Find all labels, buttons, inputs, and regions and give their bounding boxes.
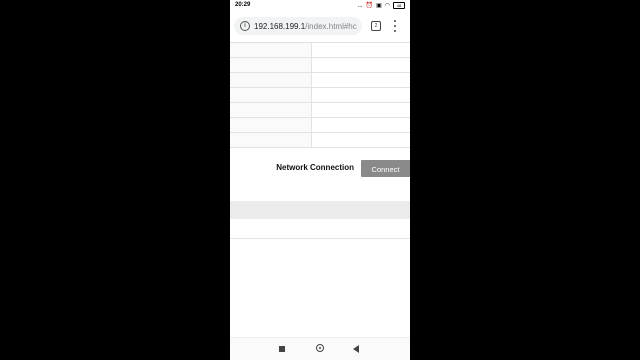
table-cell-value (311, 132, 410, 148)
table-cell-value (311, 87, 410, 103)
battery-icon: 48 (393, 2, 405, 9)
table-row (230, 57, 410, 73)
table-cell-label (230, 43, 312, 58)
table-row (230, 117, 410, 133)
recent-apps-icon[interactable] (279, 346, 285, 352)
table-row (230, 43, 410, 58)
table-cell-value (311, 57, 410, 73)
home-icon[interactable] (316, 344, 324, 352)
table-cell-label (230, 72, 312, 88)
dots-icon: ... (357, 2, 363, 9)
table-cell-label (230, 87, 312, 103)
info-table (230, 43, 410, 148)
table-cell-value (311, 102, 410, 118)
phone-screen: 20:29 ... ⏰ ▣ ◠ 48 i 192.168.199.1/index… (230, 0, 410, 360)
url-bar[interactable]: i 192.168.199.1/index.html#hc (234, 17, 362, 35)
table-cell-label (230, 102, 312, 118)
divider (230, 238, 410, 239)
table-row (230, 87, 410, 103)
table-row (230, 102, 410, 118)
alarm-icon: ⏰ (365, 2, 374, 9)
back-icon[interactable] (353, 345, 359, 353)
browser-toolbar: i 192.168.199.1/index.html#hc 2 (230, 12, 410, 43)
section-band (230, 201, 410, 219)
url-host: 192.168.199.1 (254, 21, 306, 31)
table-row (230, 72, 410, 88)
table-cell-value (311, 72, 410, 88)
network-connection-label: Network Connection (276, 163, 354, 172)
table-cell-label (230, 132, 312, 148)
tab-switcher-icon[interactable]: 2 (371, 21, 381, 31)
sim-icon: ▣ (376, 2, 382, 9)
network-connection-row: Network Connection Connect (230, 158, 410, 180)
table-cell-label (230, 117, 312, 133)
status-bar: 20:29 ... ⏰ ▣ ◠ 48 (230, 0, 410, 12)
table-cell-value (311, 117, 410, 133)
more-menu-icon[interactable] (393, 20, 397, 32)
table-row (230, 132, 410, 148)
url-path: /index.html#hc (305, 21, 357, 31)
status-icons: ... ⏰ ▣ ◠ 48 (358, 2, 405, 9)
status-time: 20:29 (235, 2, 251, 8)
table-cell-value (311, 43, 410, 58)
connect-button[interactable]: Connect (361, 160, 410, 177)
system-nav-bar (230, 337, 410, 360)
wifi-icon: ◠ (384, 2, 390, 9)
table-cell-label (230, 57, 312, 73)
info-icon[interactable]: i (240, 21, 250, 31)
